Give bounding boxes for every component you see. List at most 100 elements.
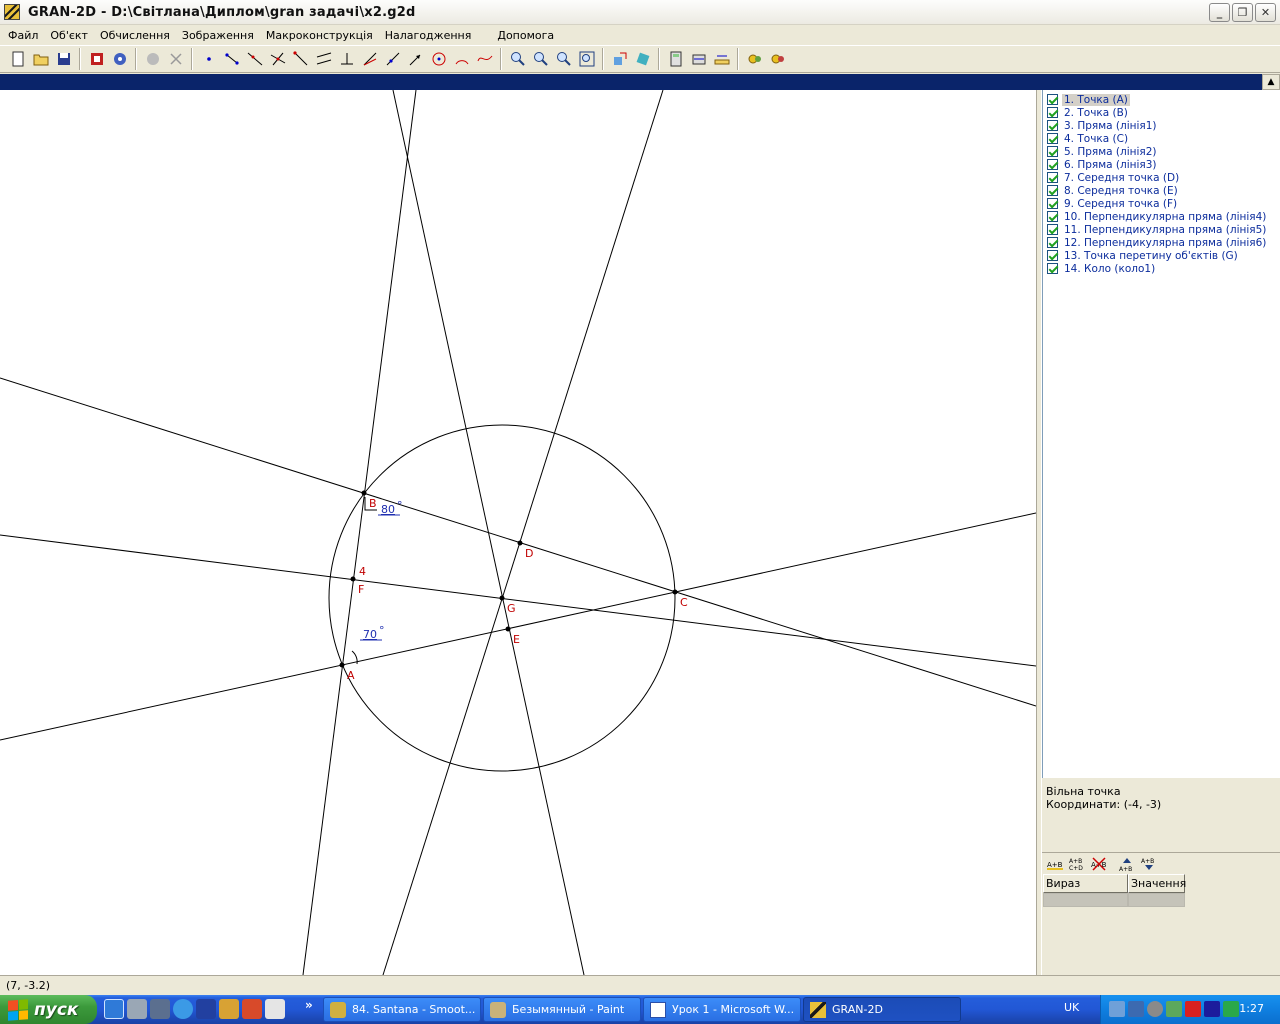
visibility-checkbox[interactable] — [1047, 120, 1058, 131]
circle-button[interactable] — [427, 48, 450, 70]
bisector-button[interactable] — [358, 48, 381, 70]
list-item[interactable]: 2. Точка (B) — [1043, 106, 1280, 119]
list-item[interactable]: 1. Точка (A) — [1043, 93, 1280, 106]
new-file-button[interactable] — [6, 48, 29, 70]
calculator-button[interactable] — [664, 48, 687, 70]
pencil-icon[interactable] — [219, 999, 239, 1019]
save-icon[interactable] — [196, 999, 216, 1019]
save-disk-button[interactable] — [52, 48, 75, 70]
visibility-checkbox[interactable] — [1047, 94, 1058, 105]
tools-icon[interactable] — [242, 999, 262, 1019]
menu-calculations[interactable]: Обчислення — [94, 29, 176, 42]
vector-button[interactable] — [404, 48, 427, 70]
tray-disk-icon[interactable] — [1147, 1001, 1163, 1017]
maximize-button[interactable]: ❐ — [1232, 3, 1253, 22]
start-button[interactable]: пуск — [0, 995, 97, 1024]
visibility-checkbox[interactable] — [1047, 159, 1058, 170]
point-button[interactable] — [197, 48, 220, 70]
menu-settings[interactable]: Налагодження — [379, 29, 478, 42]
expr-add-button[interactable]: A+B — [1044, 855, 1066, 873]
column-value[interactable]: Значення — [1128, 874, 1186, 893]
parallel-button[interactable] — [312, 48, 335, 70]
list-item[interactable]: 13. Точка перетину об'єктів (G) — [1043, 249, 1280, 262]
list-item[interactable]: 12. Перпендикулярна пряма (лінія6) — [1043, 236, 1280, 249]
measure-button[interactable] — [687, 48, 710, 70]
minimize-button[interactable]: _ — [1209, 3, 1230, 22]
macro-run-button[interactable] — [766, 48, 789, 70]
ruler-button[interactable] — [710, 48, 733, 70]
list-item[interactable]: 14. Коло (коло1) — [1043, 262, 1280, 275]
segment-button[interactable] — [220, 48, 243, 70]
menu-macro[interactable]: Макроконструкція — [260, 29, 379, 42]
tray-network-icon[interactable] — [1128, 1001, 1144, 1017]
tangent-button[interactable] — [381, 48, 404, 70]
curve-button[interactable] — [473, 48, 496, 70]
list-item[interactable]: 11. Перпендикулярна пряма (лінія5) — [1043, 223, 1280, 236]
tray-media-icon[interactable] — [1204, 1001, 1220, 1017]
visibility-checkbox[interactable] — [1047, 172, 1058, 183]
line-button[interactable] — [243, 48, 266, 70]
expr-table-button[interactable]: A+B C+D — [1066, 855, 1088, 873]
column-expression[interactable]: Вираз — [1043, 874, 1128, 893]
list-item[interactable]: 4. Точка (C) — [1043, 132, 1280, 145]
cut-button[interactable] — [164, 48, 187, 70]
task-gran2d[interactable]: GRAN-2D — [803, 997, 961, 1022]
move-up-button[interactable]: A+B — [1116, 855, 1138, 873]
visibility-checkbox[interactable] — [1047, 133, 1058, 144]
task-paint[interactable]: Безымянный - Paint — [483, 997, 641, 1022]
tray-pen-icon[interactable] — [1109, 1001, 1125, 1017]
list-item[interactable]: 10. Перпендикулярна пряма (лінія4) — [1043, 210, 1280, 223]
list-item[interactable]: 5. Пряма (лінія2) — [1043, 145, 1280, 158]
zoom-window-button[interactable] — [575, 48, 598, 70]
table-row[interactable] — [1043, 893, 1185, 907]
calendar-icon[interactable] — [265, 999, 285, 1019]
visibility-checkbox[interactable] — [1047, 185, 1058, 196]
visibility-checkbox[interactable] — [1047, 107, 1058, 118]
menu-help[interactable]: Допомога — [491, 29, 560, 42]
list-item[interactable]: 8. Середня точка (E) — [1043, 184, 1280, 197]
task-winamp[interactable]: 84. Santana - Smoot... — [323, 997, 481, 1022]
list-item[interactable]: 6. Пряма (лінія3) — [1043, 158, 1280, 171]
quick-launch-more-icon[interactable]: » — [305, 998, 313, 1012]
intersect-button[interactable] — [266, 48, 289, 70]
zoom-fit-button[interactable] — [552, 48, 575, 70]
visibility-checkbox[interactable] — [1047, 198, 1058, 209]
ie-icon[interactable] — [104, 999, 124, 1019]
menu-object[interactable]: Об'єкт — [44, 29, 94, 42]
scroll-up-button[interactable]: ▲ — [1262, 74, 1280, 90]
network-icon[interactable] — [127, 999, 147, 1019]
visibility-checkbox[interactable] — [1047, 211, 1058, 222]
language-indicator[interactable]: UK — [1064, 1001, 1079, 1014]
perpendicular-button[interactable] — [335, 48, 358, 70]
move-down-button[interactable]: A+B — [1138, 855, 1160, 873]
expr-delete-button[interactable]: A+B — [1088, 855, 1110, 873]
visibility-checkbox[interactable] — [1047, 237, 1058, 248]
drawing-canvas[interactable]: A B C D E F G 4 80 ° 70 ° — [0, 90, 1036, 975]
rotate-button[interactable] — [631, 48, 654, 70]
tray-app-icon[interactable] — [1166, 1001, 1182, 1017]
ray-button[interactable] — [289, 48, 312, 70]
film-button[interactable] — [85, 48, 108, 70]
visibility-checkbox[interactable] — [1047, 224, 1058, 235]
move-button[interactable] — [608, 48, 631, 70]
zoom-out-button[interactable] — [529, 48, 552, 70]
close-button[interactable]: ✕ — [1255, 3, 1276, 22]
user-icon[interactable] — [150, 999, 170, 1019]
list-item[interactable]: 3. Пряма (лінія1) — [1043, 119, 1280, 132]
disabled-button[interactable] — [141, 48, 164, 70]
visibility-checkbox[interactable] — [1047, 263, 1058, 274]
gran-app-icon[interactable] — [4, 4, 20, 20]
tray-utorrent-icon[interactable] — [1223, 1001, 1239, 1017]
zoom-in-button[interactable] — [506, 48, 529, 70]
task-word[interactable]: Урок 1 - Microsoft W... — [643, 997, 801, 1022]
value-cell[interactable] — [1128, 893, 1185, 907]
browser-icon[interactable] — [173, 999, 193, 1019]
tray-antivirus-icon[interactable] — [1185, 1001, 1201, 1017]
visibility-checkbox[interactable] — [1047, 250, 1058, 261]
open-folder-button[interactable] — [29, 48, 52, 70]
macro-button[interactable] — [743, 48, 766, 70]
menu-file[interactable]: Файл — [2, 29, 44, 42]
list-item[interactable]: 7. Середня точка (D) — [1043, 171, 1280, 184]
menu-view[interactable]: Зображення — [176, 29, 260, 42]
arc-button[interactable] — [450, 48, 473, 70]
